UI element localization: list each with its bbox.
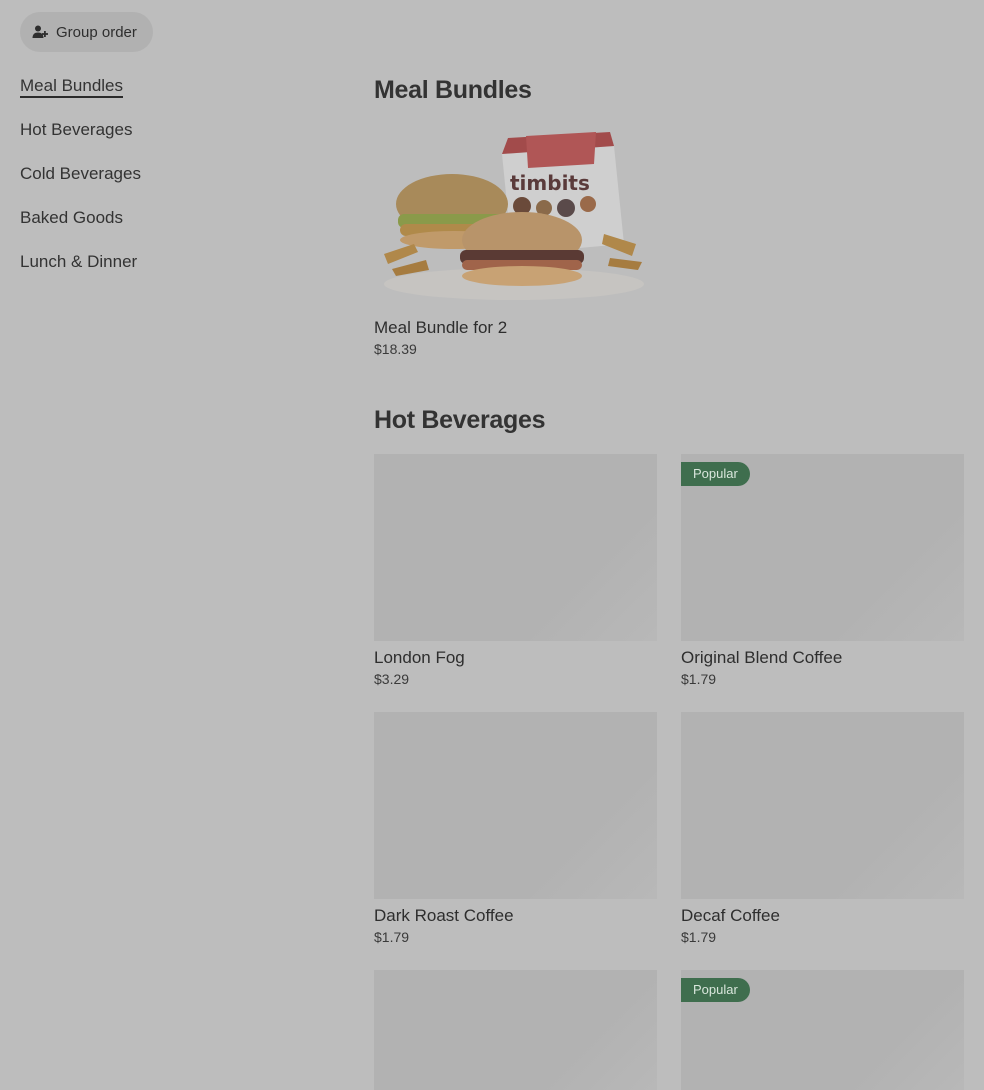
category-nav: Meal Bundles Hot Beverages Cold Beverage… (20, 74, 141, 294)
sidebar-item-lunch-dinner[interactable]: Lunch & Dinner (20, 250, 141, 294)
group-order-label: Group order (56, 23, 137, 41)
meal-bundle-image: timbits (374, 124, 657, 311)
sidebar-item-label: Cold Beverages (20, 164, 141, 183)
menu-item-price: $18.39 (374, 341, 417, 357)
menu-item-card[interactable]: timbits Meal Bundle for 2 $18.39 (374, 124, 657, 357)
menu-item-price: $1.79 (681, 929, 717, 945)
sidebar-item-label: Baked Goods (20, 208, 124, 227)
menu-item-card[interactable]: Popular (681, 970, 964, 1090)
sidebar-item-label: Meal Bundles (20, 76, 124, 98)
sidebar-item-baked-goods[interactable]: Baked Goods (20, 206, 141, 250)
menu-item-name: London Fog (374, 648, 465, 667)
sidebar-item-label: Hot Beverages (20, 120, 133, 139)
add-person-icon (32, 24, 48, 40)
sidebar-item-label: Lunch & Dinner (20, 252, 138, 271)
popular-badge: Popular (681, 978, 750, 1002)
menu-item-image: Popular (681, 970, 964, 1090)
menu-item-name: Original Blend Coffee (681, 648, 843, 667)
sidebar-item-cold-beverages[interactable]: Cold Beverages (20, 162, 141, 206)
menu-item-image (681, 712, 964, 899)
popular-badge: Popular (681, 462, 750, 486)
sidebar-item-meal-bundles[interactable]: Meal Bundles (20, 74, 141, 118)
menu-item-image (374, 970, 657, 1090)
menu-item-card[interactable]: Popular Original Blend Coffee $1.79 (681, 454, 964, 687)
menu-item-image: Popular (681, 454, 964, 641)
menu-item-card[interactable]: London Fog $3.29 (374, 454, 657, 687)
menu-item-image (374, 454, 657, 641)
sidebar-item-hot-beverages[interactable]: Hot Beverages (20, 118, 141, 162)
menu-item-name: Decaf Coffee (681, 906, 780, 925)
menu-item-card[interactable]: Dark Roast Coffee $1.79 (374, 712, 657, 945)
menu-item-price: $1.79 (374, 929, 410, 945)
section-title-hot-beverages: Hot Beverages (374, 406, 546, 434)
menu-item-price: $1.79 (681, 671, 717, 687)
menu-item-card[interactable]: Decaf Coffee $1.79 (681, 712, 964, 945)
menu-item-name: Meal Bundle for 2 (374, 318, 508, 337)
section-title-meal-bundles: Meal Bundles (374, 76, 532, 104)
svg-text:timbits: timbits (510, 171, 590, 195)
menu-item-card[interactable] (374, 970, 657, 1090)
menu-item-price: $3.29 (374, 671, 410, 687)
menu-item-name: Dark Roast Coffee (374, 906, 514, 925)
group-order-button[interactable]: Group order (20, 12, 153, 52)
menu-item-image (374, 712, 657, 899)
